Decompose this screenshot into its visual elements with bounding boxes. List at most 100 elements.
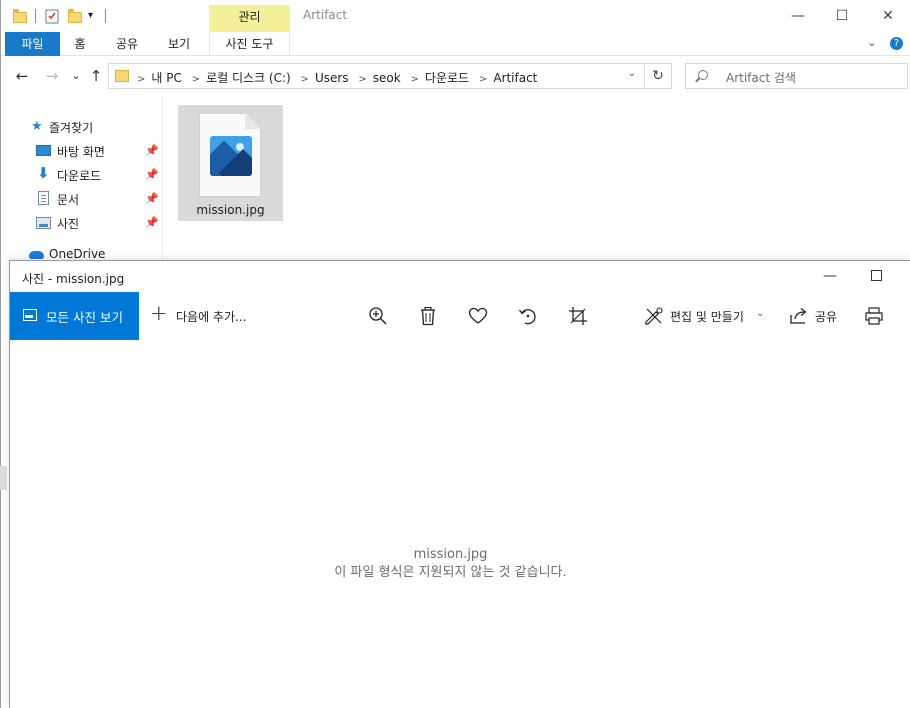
navigation-pane: ★ 즐겨찾기 바탕 화면 📌 ⬇ 다운로드 📌 문서 📌 사진 📌 OneDri… [1,96,163,266]
maximize-icon [871,270,882,281]
printer-icon [865,307,883,325]
share-label: 공유 [815,310,838,324]
breadcrumb-item[interactable]: seok [373,71,401,85]
back-button[interactable]: ← [13,66,31,86]
zoom-in-button[interactable] [367,305,389,327]
add-to-label: 다음에 추가... [176,310,247,324]
file-item-selected[interactable]: mission.jpg [178,105,283,221]
new-folder-icon[interactable] [68,8,82,24]
nav-item-label: 문서 [57,193,80,207]
breadcrumb-item[interactable]: Users [315,71,349,85]
chevron-right-icon: > [410,74,419,85]
properties-icon[interactable] [45,8,59,24]
message-file-name: mission.jpg [413,547,488,562]
breadcrumb-item[interactable]: Artifact [493,71,537,85]
pin-icon[interactable]: 📌 [145,216,159,229]
page-fold [245,113,261,129]
plus-icon: + [150,301,168,325]
favorite-button[interactable] [467,305,489,327]
chevron-right-icon: > [478,74,488,85]
nav-item-pictures[interactable]: 사진 📌 [1,212,161,234]
chevron-right-icon: > [137,74,146,85]
file-name-label: mission.jpg [196,203,265,217]
message-error-text: 이 파일 형식은 지원되지 않는 것 같습니다. [334,565,567,580]
photos-app-window: 사진 - mission.jpg — 모든 사진 보기 + 다음에 추가... [9,260,910,708]
minimize-button[interactable]: — [775,0,821,32]
picture-glyph [210,136,252,176]
unsupported-format-message: mission.jpg 이 파일 형식은 지원되지 않는 것 같습니다. [10,546,891,582]
heart-icon [468,307,488,324]
search-input[interactable]: Artifact 검색 [726,69,796,86]
refresh-button[interactable]: ↻ [645,63,672,89]
nav-item-label: 다운로드 [57,169,102,183]
star-icon: ★ [31,119,43,134]
manage-context-tab-header: 관리 [209,5,290,32]
search-box[interactable]: Artifact 검색 [685,63,908,89]
crop-button[interactable] [567,305,589,327]
ribbon-controls: ⌄ ? [867,36,903,50]
breadcrumb-item[interactable]: 다운로드 [425,71,469,85]
trash-icon [421,306,435,326]
rotate-button[interactable] [517,305,539,327]
print-button[interactable] [863,305,885,327]
expand-ribbon-icon[interactable]: ⌄ [867,36,876,49]
address-bar[interactable]: > 내 PC > 로컬 디스크 (C:) > Users > seok > 다운로드 > A… [108,63,645,89]
separator [105,9,106,23]
address-dropdown-icon[interactable]: ⌄ [628,68,636,79]
zoom-in-icon [369,307,387,325]
tab-file[interactable]: 파일 [5,32,60,56]
share-icon [788,305,810,327]
recent-locations-button[interactable]: ⌄ [67,66,85,86]
separator [35,9,36,23]
ribbon-tabs: 파일 홈 공유 보기 사진 도구 ⌄ ? [1,32,910,56]
scrollbar-thumb[interactable] [0,466,7,490]
pin-icon[interactable]: 📌 [145,144,159,157]
delete-button[interactable] [417,305,439,327]
nav-item-downloads[interactable]: ⬇ 다운로드 📌 [1,164,161,186]
chevron-down-icon: ⌄ [756,308,765,319]
minimize-button[interactable]: — [807,261,853,291]
tab-picture-tools[interactable]: 사진 도구 [209,32,290,56]
tab-share[interactable]: 공유 [109,32,145,56]
nav-item-label: 바탕 화면 [57,145,105,159]
breadcrumb: > 내 PC > 로컬 디스크 (C:) > Users > seok > 다운로드 > A… [137,69,543,86]
document-icon [38,191,49,205]
maximize-button[interactable] [855,261,901,291]
nav-item-label: OneDrive [49,247,106,261]
download-icon: ⬇ [37,164,50,182]
close-button[interactable]: ✕ [865,0,910,32]
forward-button[interactable]: → [43,66,61,86]
photos-window-title: 사진 - mission.jpg [22,272,125,286]
photo-gallery-icon [23,309,37,321]
breadcrumb-item[interactable]: 로컬 디스크 (C:) [206,71,291,85]
nav-item-label: 즐겨찾기 [49,121,94,135]
nav-item-desktop[interactable]: 바탕 화면 📌 [1,140,161,162]
see-all-photos-button[interactable]: 모든 사진 보기 [10,292,139,340]
chevron-right-icon: > [300,74,309,85]
address-bar-row: ← → ⌄ ↑ > 내 PC > 로컬 디스크 (C:) > Users > seok … [1,56,910,96]
help-icon[interactable]: ? [890,37,903,50]
customize-qat-icon[interactable]: ▾ [88,8,102,24]
photos-toolbar: 모든 사진 보기 + 다음에 추가... 편집 및 만들기 ⌄ 공유 [10,292,910,340]
edit-tools-icon [643,305,665,327]
rotate-icon [518,309,536,325]
breadcrumb-item[interactable]: 내 PC [151,71,181,85]
up-button[interactable]: ↑ [87,66,105,86]
tab-home[interactable]: 홈 [67,32,93,56]
nav-item-quick-access[interactable]: ★ 즐겨찾기 [1,116,161,138]
chevron-right-icon: > [358,74,367,85]
edit-create-label: 편집 및 만들기 [670,310,744,324]
maximize-button[interactable]: ☐ [819,0,865,32]
pin-icon[interactable]: 📌 [145,192,159,205]
search-icon [698,70,708,80]
see-all-photos-label: 모든 사진 보기 [46,310,123,325]
tab-view[interactable]: 보기 [161,32,197,56]
pin-icon[interactable]: 📌 [145,168,159,181]
window-title: Artifact [303,8,348,22]
crop-icon [569,307,587,325]
desktop-icon [36,145,51,156]
nav-item-documents[interactable]: 문서 📌 [1,188,161,210]
onedrive-cloud-icon [29,251,44,259]
folder-icon[interactable] [13,8,27,24]
pictures-icon [36,217,51,229]
